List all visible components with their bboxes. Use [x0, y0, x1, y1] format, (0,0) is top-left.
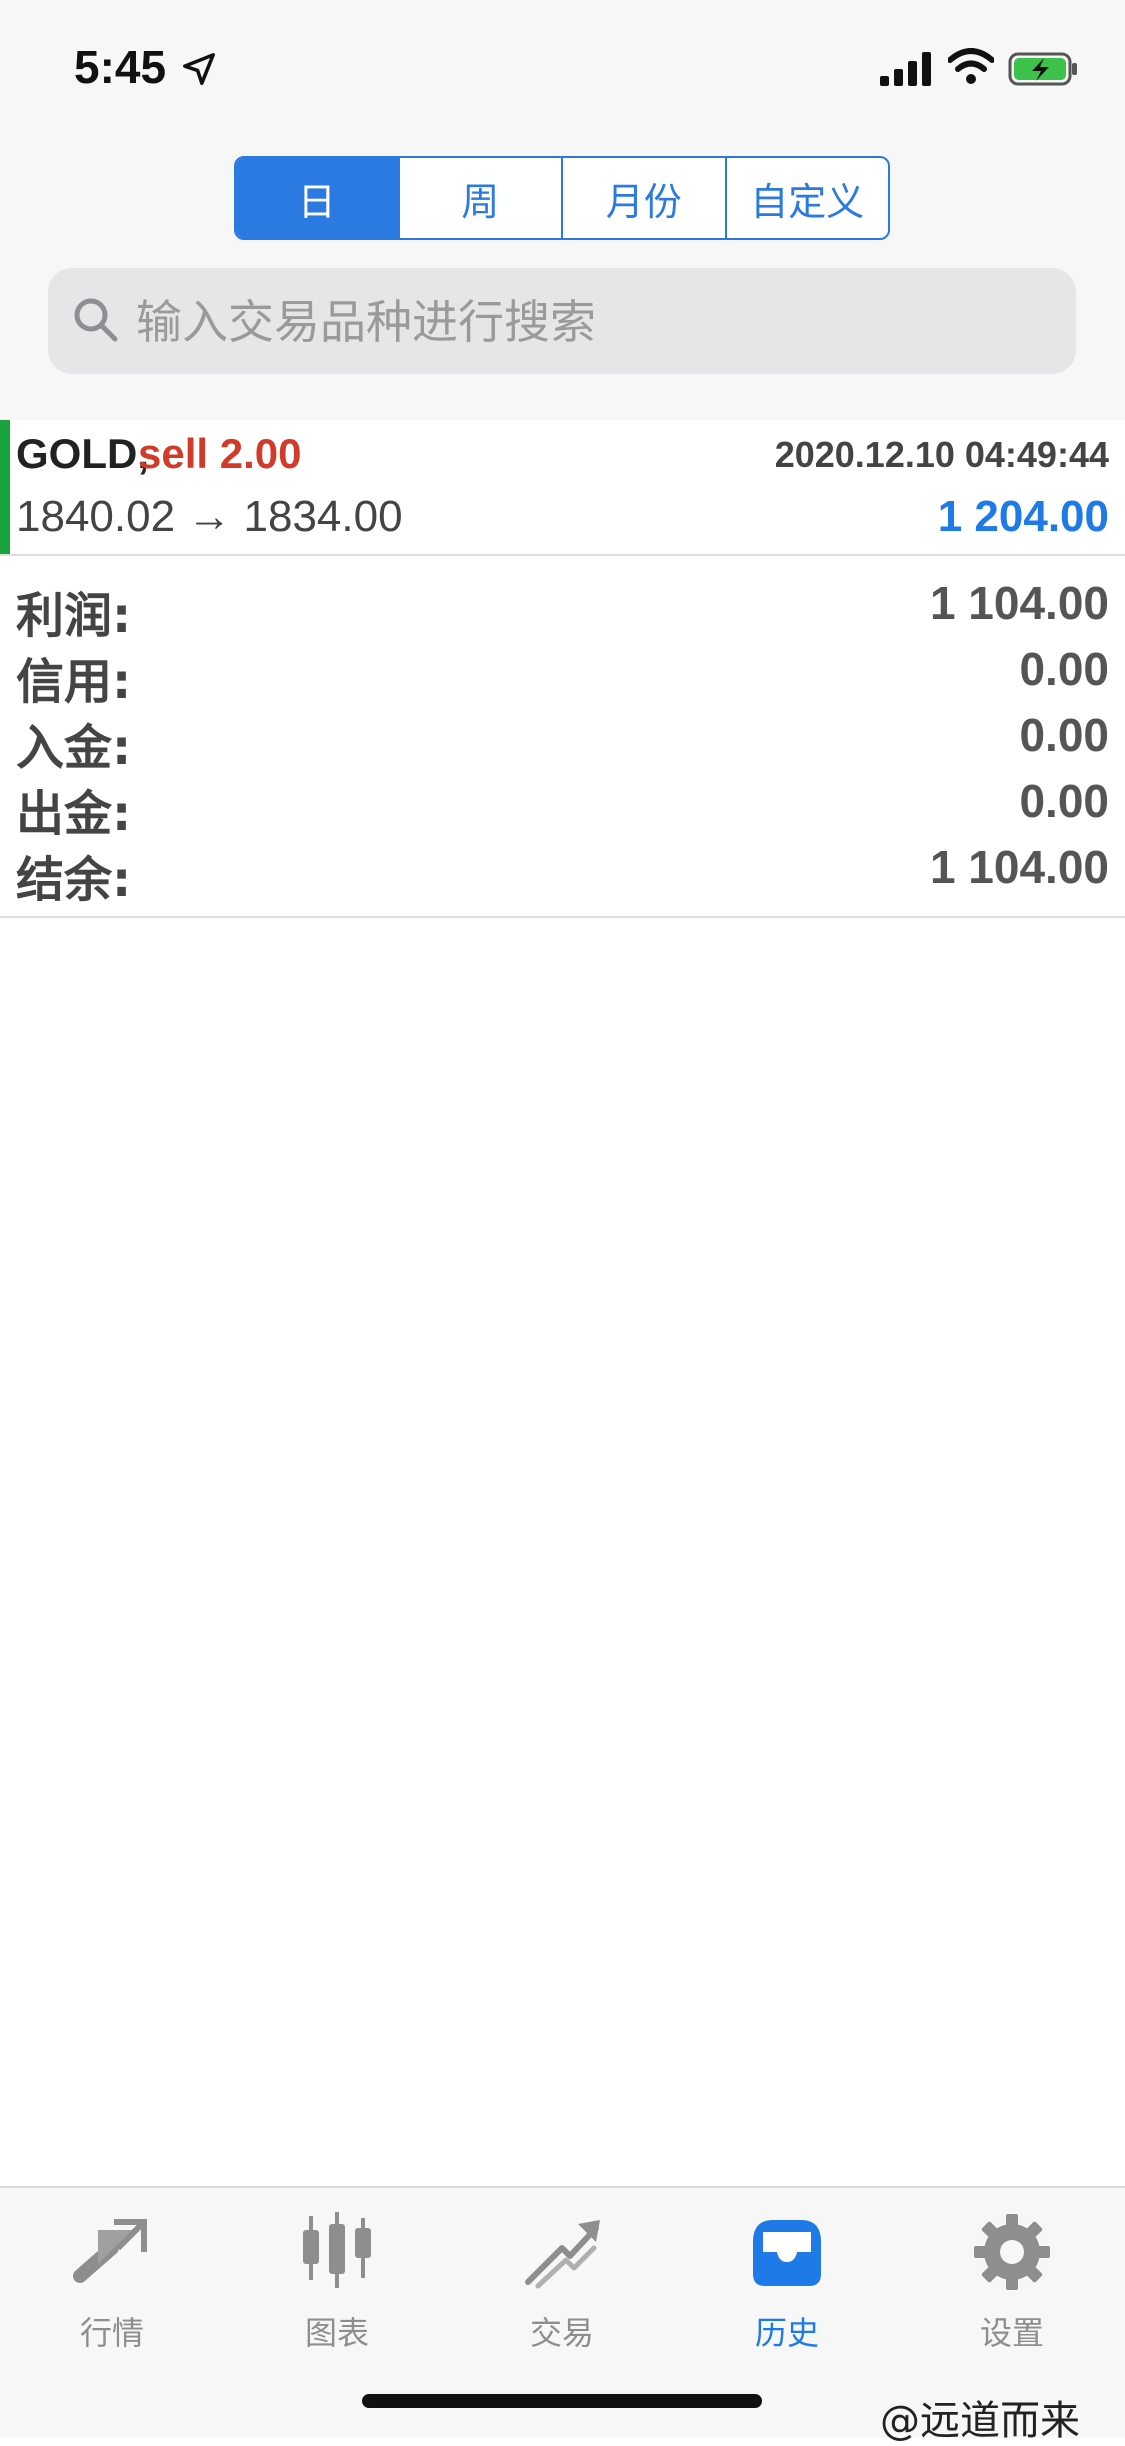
trade-datetime: 2020.12.10 04:49:44	[774, 434, 1109, 475]
tab-settings[interactable]: 设置	[932, 2212, 1092, 2352]
trade-open-close-prices: 1840.02 → 1834.00	[16, 492, 403, 541]
tab-label: 行情	[79, 2314, 144, 2352]
history-header: 日 周 月份 自定义	[0, 140, 1125, 422]
status-bar: 5:45	[0, 0, 1125, 140]
tab-label: 图表	[304, 2314, 369, 2352]
tab-chart[interactable]: 图表	[257, 2212, 417, 2352]
battery-charging-icon	[1008, 52, 1077, 86]
search-bar[interactable]	[48, 268, 1076, 376]
wifi-icon	[948, 48, 994, 84]
quotes-icon	[73, 2219, 147, 2283]
summary-value: 0.00	[1019, 775, 1109, 827]
home-indicator	[362, 2394, 762, 2408]
tab-label: 交易	[529, 2314, 594, 2352]
tab-quotes[interactable]: 行情	[32, 2212, 192, 2352]
search-input[interactable]	[134, 268, 1038, 376]
period-tab-week[interactable]: 周	[400, 158, 563, 238]
summary-row-withdrawal: 出金: 0.00	[0, 770, 1125, 842]
summary-label: 结余:	[16, 852, 132, 908]
tab-history[interactable]: 历史	[707, 2212, 867, 2352]
summary-value: 0.00	[1019, 643, 1109, 695]
tab-label: 历史	[754, 2314, 819, 2352]
period-tab-month[interactable]: 月份	[563, 158, 727, 238]
period-tab-day[interactable]: 日	[236, 158, 400, 238]
summary-value: 0.00	[1019, 709, 1109, 761]
search-icon	[74, 298, 118, 342]
account-summary: 利润: 1 104.00 信用: 0.00 入金: 0.00 出金: 0.00 …	[0, 556, 1125, 918]
history-icon	[753, 2220, 821, 2286]
watermark-text: @远道而来	[880, 2398, 1080, 2444]
trade-icon	[525, 2220, 600, 2289]
trade-row[interactable]: GOLD, sell 2.00 2020.12.10 04:49:44 1840…	[0, 420, 1125, 556]
location-arrow-icon	[183, 53, 215, 85]
trade-symbol: GOLD,	[16, 430, 149, 477]
summary-label: 信用:	[16, 654, 132, 710]
trade-side-volume: sell 2.00	[138, 430, 302, 477]
summary-label: 利润:	[16, 588, 132, 644]
period-segmented-control: 日 周 月份 自定义	[234, 156, 890, 240]
tab-label: 设置	[979, 2314, 1044, 2352]
tab-trade[interactable]: 交易	[482, 2212, 642, 2352]
settings-icon	[974, 2214, 1050, 2290]
summary-row-balance: 结余: 1 104.00	[0, 836, 1125, 908]
summary-row-credit: 信用: 0.00	[0, 638, 1125, 710]
summary-label: 出金:	[16, 786, 132, 842]
period-tab-custom[interactable]: 自定义	[727, 158, 889, 238]
cellular-signal-icon	[880, 52, 931, 86]
status-time: 5:45	[74, 41, 167, 93]
trade-profit: 1 204.00	[937, 492, 1109, 541]
chart-icon	[303, 2212, 371, 2288]
summary-value: 1 104.00	[929, 577, 1109, 629]
summary-value: 1 104.00	[929, 841, 1109, 893]
trade-direction-marker	[0, 420, 10, 554]
summary-label: 入金:	[16, 720, 132, 776]
summary-row-profit: 利润: 1 104.00	[0, 572, 1125, 644]
summary-row-deposit: 入金: 0.00	[0, 704, 1125, 776]
